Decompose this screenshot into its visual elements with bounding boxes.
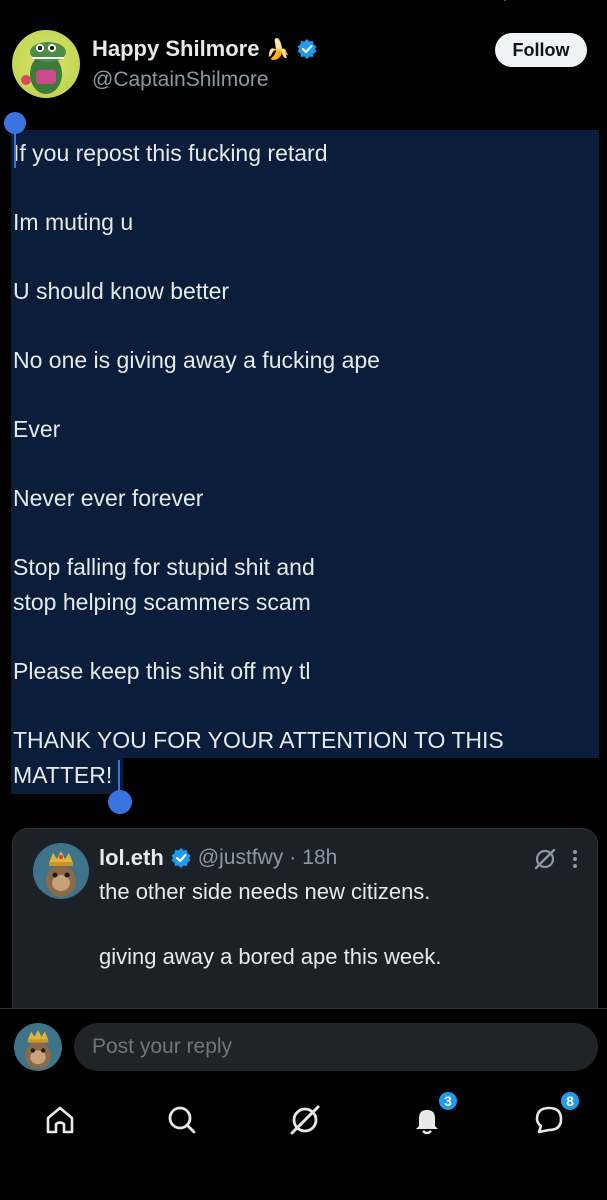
- messages-icon: [535, 1106, 563, 1134]
- selection-start-handle[interactable]: [4, 112, 26, 134]
- nav-grok[interactable]: [283, 1098, 327, 1142]
- nav-search[interactable]: [160, 1098, 204, 1142]
- home-icon: [46, 1106, 74, 1134]
- user-handle[interactable]: @CaptainShilmore: [92, 68, 269, 92]
- tweet-line: No one is giving away a fucking ape: [13, 347, 380, 373]
- nav-messages[interactable]: 8: [527, 1090, 581, 1142]
- bell-icon: [416, 1110, 438, 1135]
- more-options-icon[interactable]: [571, 848, 579, 870]
- tweet-line: Stop falling for stupid shit and: [13, 554, 315, 580]
- quoted-tweet[interactable]: lol.eth @justfwy · 18h the other side ne…: [12, 828, 598, 1018]
- bored-ape-avatar-icon: [46, 851, 76, 897]
- selection-start-caret: [14, 132, 16, 168]
- bottom-nav: 3 8: [0, 1088, 607, 1200]
- messages-badge: 8: [559, 1090, 581, 1112]
- crocodile-avatar-icon: [21, 42, 66, 94]
- display-name[interactable]: Happy Shilmore: [92, 36, 259, 62]
- tweet-line: Im muting u: [13, 209, 134, 235]
- tweet-line: Ever: [13, 416, 61, 442]
- partial-icon: [504, 0, 507, 2]
- meta-separator: ·: [289, 846, 297, 869]
- name-row: Happy Shilmore 🍌: [92, 36, 318, 62]
- tweet-line: MATTER!: [13, 762, 113, 788]
- nav-notifications[interactable]: 3: [405, 1090, 459, 1142]
- quote-display-name[interactable]: lol.eth: [99, 845, 164, 871]
- bored-ape-avatar-icon: [25, 1029, 51, 1070]
- reply-input[interactable]: [74, 1023, 598, 1071]
- tweet-detail-screen: Happy Shilmore 🍌 @CaptainShilmore Follow…: [0, 0, 607, 1200]
- tweet-line: Never ever forever: [13, 485, 204, 511]
- banana-emoji: 🍌: [265, 38, 291, 61]
- tweet-line: U should know better: [13, 278, 230, 304]
- selection-end-caret: [118, 760, 120, 794]
- quote-handle[interactable]: @justfwy: [198, 846, 284, 870]
- quote-body: the other side needs new citizens. givin…: [99, 875, 579, 973]
- tweet-line: Please keep this shit off my tl: [13, 658, 311, 684]
- tweet-line: THANK YOU FOR YOUR ATTENTION TO THIS: [13, 727, 504, 753]
- quote-header: lol.eth @justfwy · 18h: [99, 845, 337, 871]
- tweet-line: If you repost this fucking retard: [13, 140, 328, 166]
- quote-line: the other side needs new citizens.: [99, 879, 431, 904]
- grok-icon: [290, 1105, 320, 1135]
- verified-badge-icon: [297, 39, 317, 59]
- avatar[interactable]: [33, 843, 89, 899]
- selection-end-handle[interactable]: [108, 790, 132, 814]
- nav-home[interactable]: [38, 1098, 82, 1142]
- search-icon: [168, 1106, 196, 1134]
- tweet-line: stop helping scammers scam: [13, 589, 311, 615]
- follow-button[interactable]: Follow: [495, 33, 587, 67]
- reply-bar: [0, 1008, 607, 1088]
- grok-icon[interactable]: [533, 847, 557, 871]
- quote-line: giving away a bored ape this week.: [99, 944, 442, 969]
- avatar[interactable]: [14, 1023, 62, 1071]
- avatar[interactable]: [12, 30, 80, 98]
- verified-badge-icon: [171, 848, 191, 868]
- quote-timestamp[interactable]: 18h: [302, 846, 337, 870]
- tweet-header: Happy Shilmore 🍌 @CaptainShilmore Follow: [0, 28, 607, 108]
- notifications-badge: 3: [437, 1090, 459, 1112]
- quote-actions: [533, 847, 579, 871]
- tweet-body[interactable]: If you repost this fucking retard Im mut…: [13, 136, 593, 793]
